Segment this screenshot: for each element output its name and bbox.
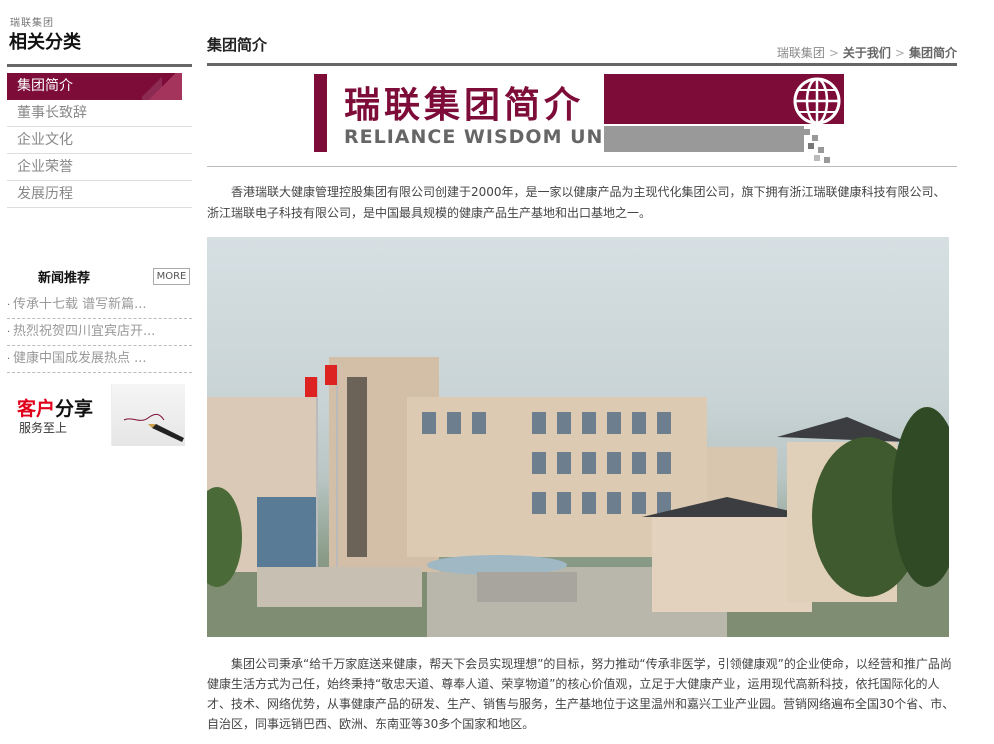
header-divider	[207, 63, 957, 66]
body-paragraph: 集团公司秉承“给千万家庭送来健康，帮天下会员实现理想”的目标，努力推动“传承非医…	[207, 657, 955, 731]
news-item-title: 健康中国成发展热点 ...	[13, 351, 147, 366]
pen-icon	[123, 413, 184, 442]
breadcrumb-separator: >	[828, 46, 839, 60]
customer-share-title-red: 客户	[17, 398, 56, 420]
news-item-title: 传承十七载 谱写新篇...	[13, 297, 147, 312]
side-menu-label: 企业文化	[17, 132, 73, 148]
globe-icon	[793, 77, 841, 125]
building-image	[207, 357, 949, 637]
breadcrumb-item-home[interactable]: 瑞联集团	[777, 46, 825, 60]
side-menu-item-chairman-speech[interactable]: 董事长致辞	[7, 100, 192, 127]
side-menu-item-group-intro[interactable]: 集团简介	[7, 73, 182, 100]
breadcrumb-separator: >	[894, 46, 905, 60]
category-divider	[7, 64, 192, 67]
side-menu: 集团简介 董事长致辞 企业文化 企业荣誉 发展历程	[7, 73, 192, 208]
side-menu-label: 集团简介	[17, 78, 73, 94]
banner-title-cn: 瑞联集团简介	[344, 85, 585, 126]
news-item[interactable]: · 热烈祝贺四川宜宾店开...	[7, 319, 192, 346]
pen-writing-image	[111, 384, 185, 446]
banner-gray-block	[604, 126, 804, 152]
customer-share-banner[interactable]: 客户分享 服务至上	[7, 384, 185, 446]
news-section-title: 新闻推荐	[38, 271, 91, 286]
customer-share-subtitle: 服务至上	[19, 421, 68, 435]
banner-accent-bar	[314, 74, 327, 152]
breadcrumb-item-about[interactable]: 关于我们	[843, 46, 891, 60]
side-menu-label: 发展历程	[17, 186, 73, 202]
customer-share-title: 客户分享	[17, 394, 93, 421]
category-title: 相关分类	[9, 32, 81, 53]
left-sidebar: 瑞联集团 相关分类 集团简介 董事长致辞 企业文化 企业荣誉 发展历程 新闻推荐…	[0, 0, 200, 744]
banner-divider	[207, 166, 957, 167]
side-menu-item-honors[interactable]: 企业荣誉	[7, 154, 192, 181]
side-menu-item-history[interactable]: 发展历程	[7, 181, 192, 208]
news-item[interactable]: · 健康中国成发展热点 ...	[7, 346, 192, 373]
breadcrumb: 瑞联集团 > 关于我们 > 集团简介	[777, 44, 957, 61]
side-menu-label: 董事长致辞	[17, 105, 87, 121]
banner-title-en: RELIANCE WISDOM UNION	[344, 126, 646, 148]
customer-share-title-black: 分享	[55, 398, 94, 420]
pixel-pattern-icon	[804, 129, 830, 163]
category-subtitle: 瑞联集团	[10, 18, 54, 29]
news-list: · 传承十七载 谱写新篇... · 热烈祝贺四川宜宾店开... · 健康中国成发展热点…	[7, 292, 192, 373]
news-more-button[interactable]: MORE	[153, 268, 190, 285]
headquarters-building-photo	[207, 237, 949, 637]
side-menu-label: 企业荣誉	[17, 159, 73, 175]
breadcrumb-item-current: 集团简介	[908, 46, 957, 60]
page-title: 集团简介	[207, 36, 268, 54]
news-item-title: 热烈祝贺四川宜宾店开...	[13, 324, 156, 339]
news-item[interactable]: · 传承十七载 谱写新篇...	[7, 292, 192, 319]
intro-paragraph: 香港瑞联大健康管理控股集团有限公司创建于2000年，是一家以健康产品为主现代化集…	[207, 185, 946, 220]
side-menu-item-corporate-culture[interactable]: 企业文化	[7, 127, 192, 154]
intro-banner: 瑞联集团简介 RELIANCE WISDOM UNION	[314, 74, 844, 164]
